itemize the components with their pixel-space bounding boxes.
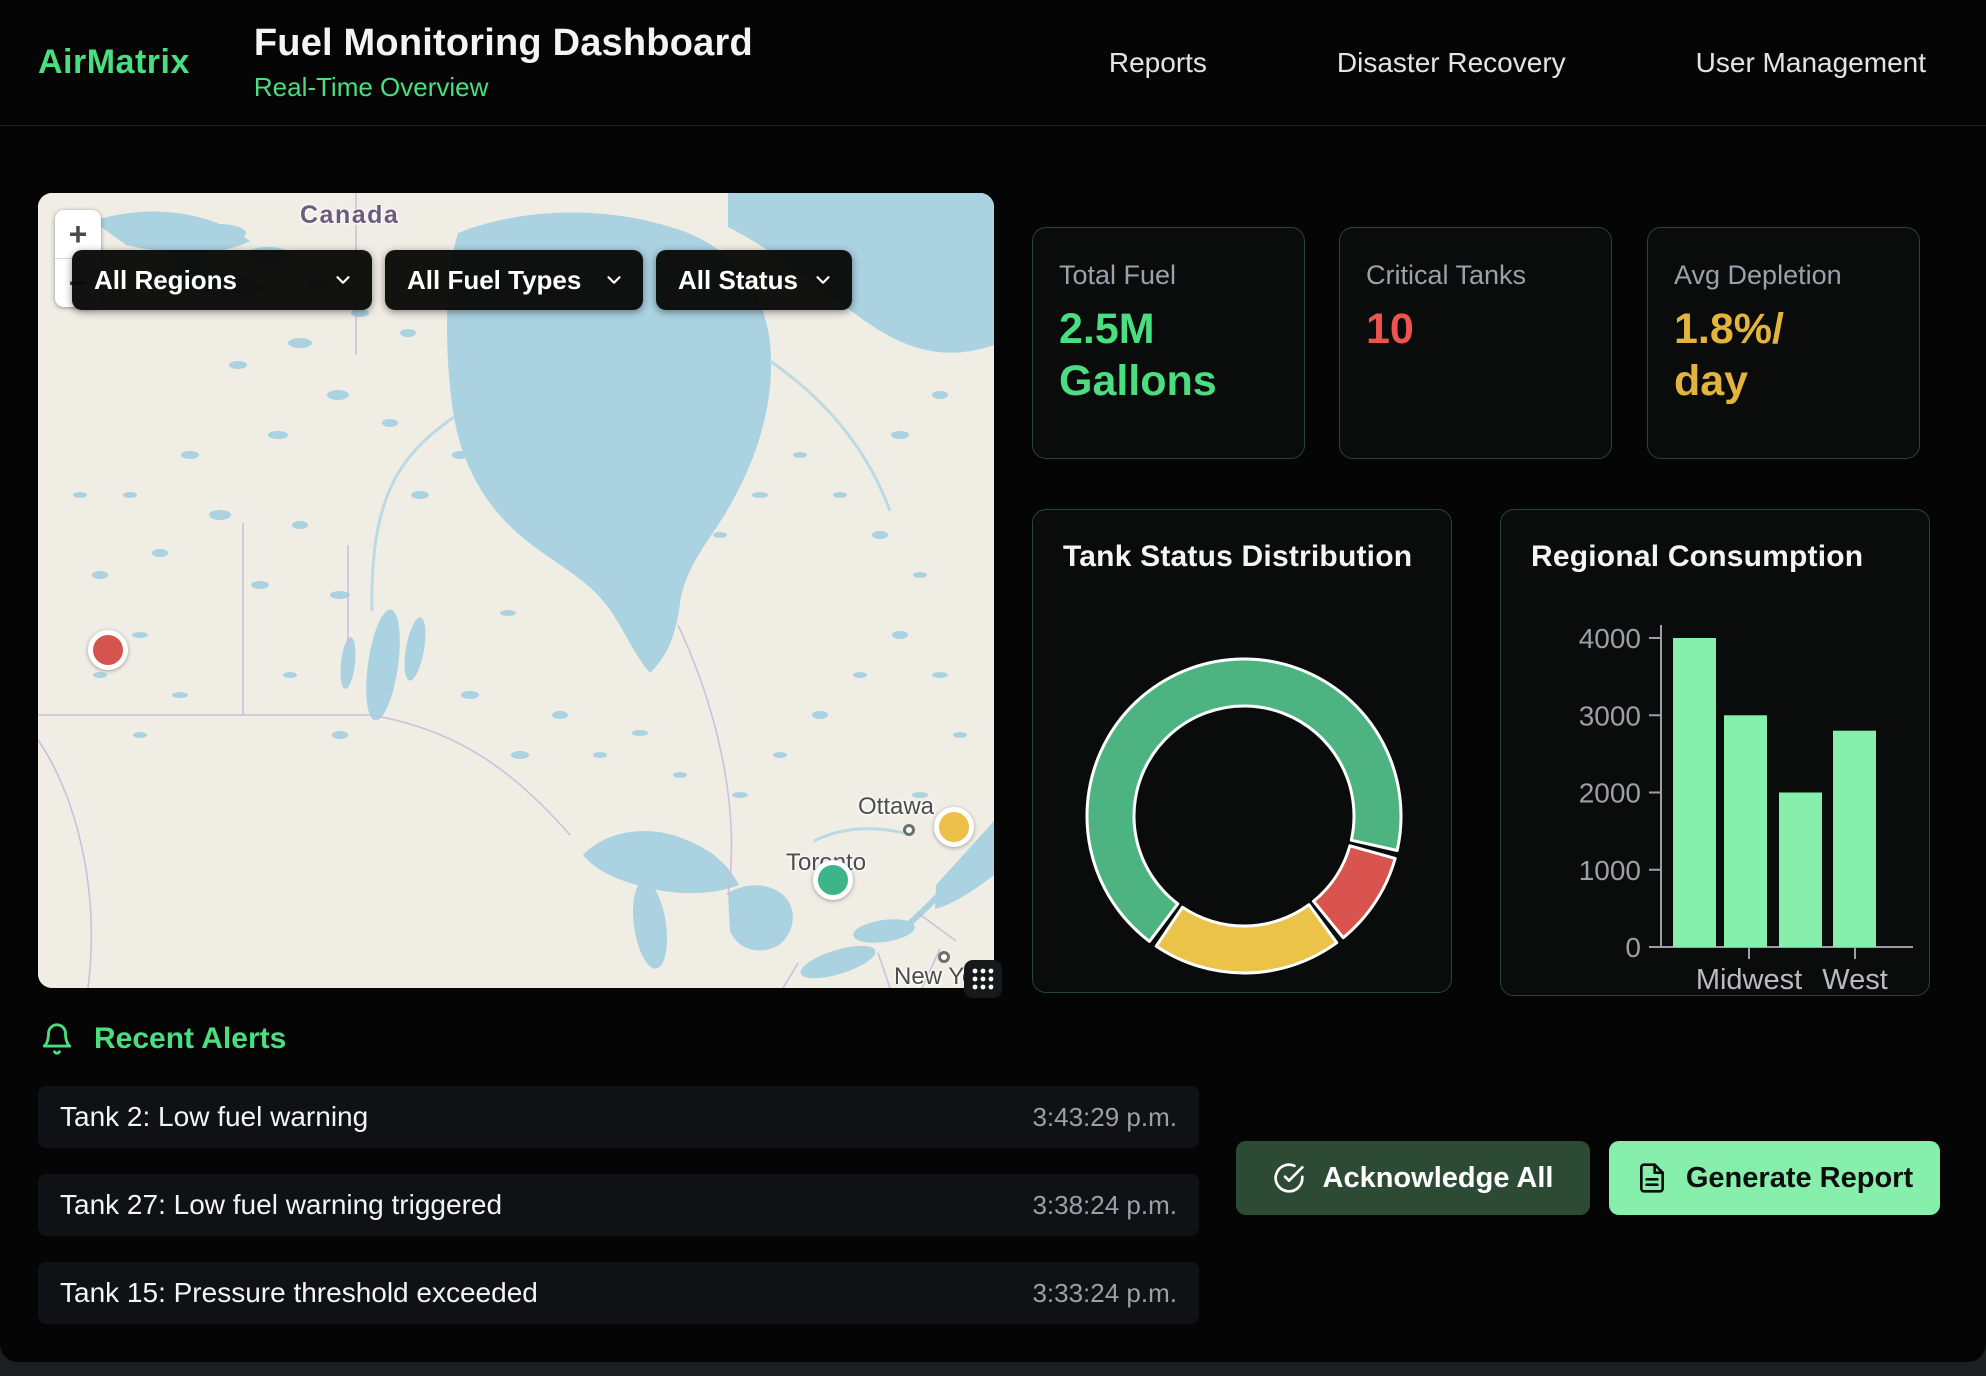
bar-0 bbox=[1673, 638, 1716, 947]
donut-segment-critical bbox=[1314, 846, 1396, 938]
stat-label: Avg Depletion bbox=[1674, 260, 1893, 291]
map-label-ottawa: Ottawa bbox=[858, 793, 934, 821]
alert-row-0[interactable]: Tank 2: Low fuel warning 3:43:29 p.m. bbox=[38, 1086, 1199, 1148]
stat-value: 1.8%/day bbox=[1674, 303, 1893, 408]
bar-1 bbox=[1724, 715, 1767, 947]
tank-marker-critical[interactable] bbox=[88, 630, 128, 670]
stat-label: Critical Tanks bbox=[1366, 260, 1585, 291]
chevron-down-icon bbox=[603, 269, 625, 291]
title-block: Fuel Monitoring Dashboard Real-Time Over… bbox=[254, 22, 753, 103]
chevron-down-icon bbox=[812, 269, 834, 291]
bar-xtick-label-west: West bbox=[1822, 964, 1888, 995]
nav-item-reports[interactable]: Reports bbox=[1109, 47, 1207, 79]
alert-timestamp: 3:33:24 p.m. bbox=[1032, 1278, 1177, 1309]
filter-label-all-status: All Status bbox=[678, 265, 798, 296]
bell-icon bbox=[40, 1022, 74, 1056]
check-circle-icon bbox=[1273, 1162, 1305, 1194]
map-canvas[interactable]: Canada Ottawa Toronto New York bbox=[38, 193, 994, 988]
main-nav: Reports Disaster Recovery User Management bbox=[1109, 47, 1926, 79]
tank-marker-warning[interactable] bbox=[934, 807, 974, 847]
bar-ytick-label: 2000 bbox=[1579, 778, 1641, 809]
stat-card-total-fuel: Total Fuel 2.5MGallons bbox=[1032, 227, 1305, 459]
acknowledge-all-button[interactable]: Acknowledge All bbox=[1236, 1141, 1590, 1215]
filter-label-all-regions: All Regions bbox=[94, 265, 237, 296]
drag-handle-icon[interactable] bbox=[964, 960, 1002, 998]
city-dot-ottawa bbox=[903, 824, 915, 836]
tank-status-donut-chart bbox=[1033, 570, 1453, 990]
stat-value: 2.5MGallons bbox=[1059, 303, 1278, 408]
generate-report-button[interactable]: Generate Report bbox=[1609, 1141, 1940, 1215]
app-header: AirMatrix Fuel Monitoring Dashboard Real… bbox=[0, 0, 1986, 126]
city-dot-new-york bbox=[938, 951, 950, 963]
stat-card-avg-depletion: Avg Depletion 1.8%/day bbox=[1647, 227, 1920, 459]
alerts-header: Recent Alerts bbox=[40, 1022, 286, 1056]
acknowledge-all-label: Acknowledge All bbox=[1323, 1162, 1554, 1195]
regional-consumption-bar-chart: 0 1000 2000 3000 4000 Midwest West bbox=[1501, 595, 1931, 995]
alert-message: Tank 2: Low fuel warning bbox=[60, 1101, 368, 1133]
alerts-title: Recent Alerts bbox=[94, 1022, 286, 1056]
alert-message: Tank 15: Pressure threshold exceeded bbox=[60, 1277, 538, 1309]
stat-card-critical-tanks: Critical Tanks 10 bbox=[1339, 227, 1612, 459]
nav-item-user-management[interactable]: User Management bbox=[1696, 47, 1926, 79]
alert-row-2[interactable]: Tank 15: Pressure threshold exceeded 3:33… bbox=[38, 1262, 1199, 1324]
page-title: Fuel Monitoring Dashboard bbox=[254, 22, 753, 65]
alert-timestamp: 3:38:24 p.m. bbox=[1032, 1190, 1177, 1221]
alert-message: Tank 27: Low fuel warning triggered bbox=[60, 1189, 502, 1221]
dashboard-root: AirMatrix Fuel Monitoring Dashboard Real… bbox=[0, 0, 1986, 1362]
tank-status-title: Tank Status Distribution bbox=[1063, 540, 1451, 574]
chevron-down-icon bbox=[332, 269, 354, 291]
filter-all-fuel-types[interactable]: All Fuel Types bbox=[385, 250, 643, 310]
bar-ytick-label: 0 bbox=[1625, 932, 1641, 963]
bar-xtick-label-midwest: Midwest bbox=[1696, 964, 1802, 995]
generate-report-label: Generate Report bbox=[1686, 1162, 1913, 1195]
stat-label: Total Fuel bbox=[1059, 260, 1278, 291]
map-label-canada: Canada bbox=[300, 201, 399, 230]
regional-consumption-title: Regional Consumption bbox=[1531, 540, 1929, 574]
filter-label-all-fuel-types: All Fuel Types bbox=[407, 265, 581, 296]
stat-value: 10 bbox=[1366, 303, 1585, 355]
filter-all-status[interactable]: All Status bbox=[656, 250, 852, 310]
filter-all-regions[interactable]: All Regions bbox=[72, 250, 372, 310]
nav-item-disaster-recovery[interactable]: Disaster Recovery bbox=[1337, 47, 1566, 79]
page-subtitle: Real-Time Overview bbox=[254, 72, 753, 103]
tank-status-panel: Tank Status Distribution bbox=[1032, 509, 1452, 993]
donut-segment-warning bbox=[1156, 905, 1337, 973]
bar-2 bbox=[1779, 793, 1822, 948]
map-panel: Canada Ottawa Toronto New York + − All R… bbox=[38, 193, 994, 988]
bar-ytick-label: 1000 bbox=[1579, 855, 1641, 886]
bar-3 bbox=[1833, 731, 1876, 947]
alert-row-1[interactable]: Tank 27: Low fuel warning triggered 3:38:… bbox=[38, 1174, 1199, 1236]
regional-consumption-panel: Regional Consumption 0 1000 2000 3000 4000 Mi… bbox=[1500, 509, 1930, 996]
grip-dots-icon bbox=[970, 966, 996, 992]
tank-marker-normal[interactable] bbox=[813, 860, 853, 900]
alert-timestamp: 3:43:29 p.m. bbox=[1032, 1102, 1177, 1133]
report-file-icon bbox=[1636, 1162, 1668, 1194]
bar-ytick-label: 3000 bbox=[1579, 700, 1641, 731]
app-logo[interactable]: AirMatrix bbox=[38, 43, 190, 82]
bar-ytick-label: 4000 bbox=[1579, 623, 1641, 654]
